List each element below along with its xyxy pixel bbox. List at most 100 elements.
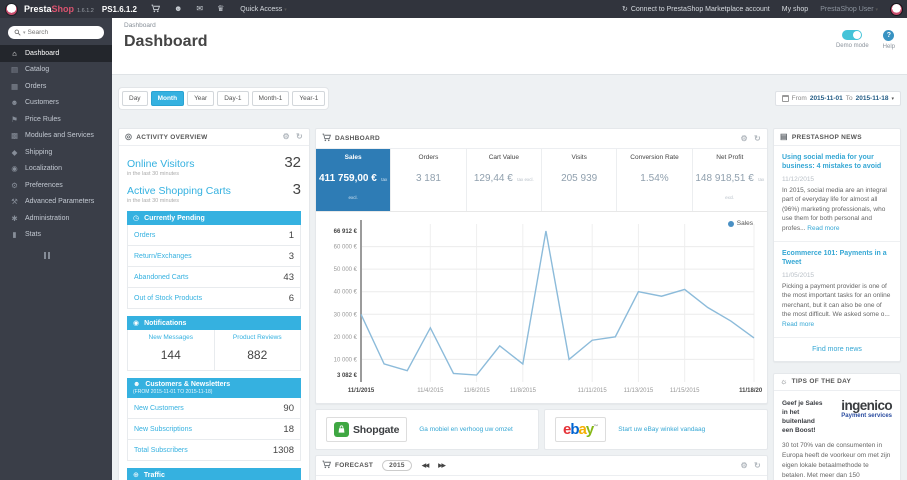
shopgate-bag-icon [334, 422, 349, 437]
gear-icon[interactable]: ⚙ [741, 461, 748, 470]
svg-text:66 912 €: 66 912 € [334, 229, 358, 235]
kpi-tab-cart-value[interactable]: Cart Value 129,44 € tax excl. [467, 149, 542, 211]
sidebar-item-label: Administration [25, 214, 70, 222]
cart-icon [322, 460, 332, 471]
topbar: Presta Shop 1.6.1.2 PS1.6.1.2 ☻ ✉ ♛ Quic… [0, 0, 907, 18]
customers-row[interactable]: Total Subscribers 1308 [128, 440, 300, 460]
refresh-icon[interactable]: ↻ [754, 461, 761, 470]
pending-row[interactable]: Abandoned Carts 43 [128, 267, 300, 288]
news-article-title[interactable]: Using social media for your business: 4 … [782, 153, 892, 172]
read-more-link[interactable]: Read more [807, 225, 839, 232]
sidebar-item-catalog[interactable]: ▤ Catalog [0, 62, 112, 79]
marketplace-link[interactable]: ↻ Connect to PrestaShop Marketplace acco… [622, 5, 770, 14]
kpi-tab-net-profit[interactable]: Net Profit 148 918,51 € tax excl. [693, 149, 767, 211]
help-icon[interactable]: ? [883, 30, 895, 41]
date-range-picker[interactable]: From 2015-11-01 To 2015-11-18 ▾ [774, 91, 901, 106]
ebay-ad-link[interactable]: Start uw eBay winkel vandaag [618, 426, 705, 433]
kpi-tab-orders[interactable]: Orders 3 181 [391, 149, 467, 211]
shop-name[interactable]: PS1.6.1.2 [102, 5, 137, 14]
shopgate-logo-text: Shopgate [353, 423, 400, 436]
customers-row[interactable]: New Customers 90 [128, 398, 300, 419]
pending-row-label: Out of Stock Products [134, 294, 203, 302]
news-article: Using social media for your business: 4 … [774, 146, 900, 242]
refresh-icon[interactable]: ↻ [754, 134, 761, 143]
range-month[interactable]: Month [150, 91, 185, 106]
orders-icon: ▦ [10, 81, 19, 91]
kpi-tab-sales[interactable]: Sales 411 759,00 € tax excl. [316, 149, 392, 211]
range-year-1[interactable]: Year-1 [292, 91, 326, 106]
next-year-button[interactable]: ▶▶ [438, 463, 446, 469]
pending-row[interactable]: Out of Stock Products 6 [128, 288, 300, 308]
sidebar-search[interactable]: ▾ [8, 26, 104, 39]
shopgate-logo[interactable]: Shopgate [326, 417, 408, 442]
sidebar-item-price-rules[interactable]: ⚑ Price Rules [0, 111, 112, 128]
kpi-value: 411 759,00 € [319, 173, 377, 184]
kpi-tab-visits[interactable]: Visits 205 939 [542, 149, 618, 211]
sidebar-item-preferences[interactable]: ⚙ Preferences [0, 177, 112, 194]
sidebar-item-shipping[interactable]: ◆ Shipping [0, 144, 112, 161]
refresh-icon[interactable]: ↻ [296, 133, 303, 141]
notification-cell[interactable]: New Messages 144 [128, 330, 214, 370]
sidebar-item-administration[interactable]: ✱ Administration [0, 210, 112, 227]
caret-down-icon: ▾ [891, 95, 894, 102]
legend-label: Sales [736, 220, 753, 227]
shopgate-ad-card: Shopgate Ga mobiel en verhoog uw omzet [315, 409, 539, 450]
gear-icon[interactable]: ⚙ [741, 134, 748, 143]
from-date: 2015-11-01 [809, 95, 843, 102]
news-article-title[interactable]: Ecommerce 101: Payments in a Tweet [782, 249, 892, 268]
kpi-label: Visits [571, 154, 587, 161]
sidebar-item-stats[interactable]: ▮ Stats [0, 227, 112, 244]
caret-down-icon[interactable]: ▾ [23, 30, 26, 36]
main: Dashboard Dashboard Demo mode ? Help Day… [112, 18, 907, 480]
range-day[interactable]: Day [122, 91, 148, 106]
previous-year-button[interactable]: ◀◀ [422, 463, 430, 469]
forecast-year-badge[interactable]: 2015 [382, 460, 412, 471]
chart-legend[interactable]: Sales [727, 220, 753, 227]
ebay-logo[interactable]: ebay™ [555, 417, 607, 442]
svg-text:20 000 €: 20 000 € [334, 335, 358, 341]
cart-orders-icon[interactable] [151, 4, 161, 15]
activity-overview-title: ACTIVITY OVERVIEW [136, 133, 208, 141]
ingenico-logo[interactable]: ingenico Payment services [841, 399, 892, 420]
sidebar-item-orders[interactable]: ▦ Orders [0, 78, 112, 95]
kpi-value: 148 918,51 € [695, 173, 754, 184]
home-icon: ⌂ [12, 48, 17, 58]
read-more-link[interactable]: Read more [782, 321, 814, 328]
bullseye-icon: ◎ [125, 132, 133, 141]
customers-row[interactable]: New Subscriptions 18 [128, 419, 300, 440]
trophy-icon[interactable]: ♛ [217, 5, 224, 13]
customers-icon[interactable]: ☻ [174, 5, 182, 13]
globe-icon: ◉ [11, 164, 18, 174]
active-carts-label[interactable]: Active Shopping Carts [127, 185, 231, 197]
sidebar-item-modules-and-services[interactable]: ▩ Modules and Services [0, 128, 112, 145]
user-avatar[interactable] [890, 2, 903, 16]
ingenico-logo-subtext: Payment services [841, 413, 892, 420]
gear-icon[interactable]: ⚙ [283, 133, 290, 141]
search-input[interactable] [27, 29, 86, 36]
range-year[interactable]: Year [187, 91, 215, 106]
sidebar-item-customers[interactable]: ☻ Customers [0, 95, 112, 112]
breadcrumb[interactable]: Dashboard [124, 22, 895, 29]
tips-body: Geef je Sales in het buitenland een Boos… [774, 391, 900, 480]
range-day-1[interactable]: Day-1 [217, 91, 249, 106]
sidebar-item-advanced-parameters[interactable]: ⚒ Advanced Parameters [0, 194, 112, 211]
kpi-tab-conversion-rate[interactable]: Conversion Rate 1.54% [617, 149, 693, 211]
range-month-1[interactable]: Month-1 [251, 91, 290, 106]
find-more-news-link[interactable]: Find more news [774, 338, 900, 361]
sidebar-item-dashboard[interactable]: ⌂ Dashboard [0, 45, 112, 62]
shopgate-ad-link[interactable]: Ga mobiel en verhoog uw omzet [419, 426, 513, 433]
demo-mode-toggle[interactable] [842, 30, 863, 40]
online-visitors-label[interactable]: Online Visitors [127, 158, 195, 170]
pending-row[interactable]: Orders 1 [128, 225, 300, 246]
sidebar-item-label: Customers [25, 99, 59, 107]
pending-row[interactable]: Return/Exchanges 3 [128, 246, 300, 267]
kpi-note: tax excl. [517, 177, 534, 182]
my-shop-link[interactable]: My shop [782, 6, 808, 13]
prestashop-logo-icon[interactable] [5, 2, 18, 16]
messages-icon[interactable]: ✉ [196, 5, 203, 13]
sidebar-item-localization[interactable]: ◉ Localization [0, 161, 112, 178]
quick-access-menu[interactable]: Quick Access ▾ [240, 6, 286, 13]
user-menu[interactable]: PrestaShop User ▾ [820, 6, 878, 13]
notification-cell[interactable]: Product Reviews 882 [213, 330, 301, 370]
sidebar-collapse-button[interactable] [0, 243, 112, 259]
